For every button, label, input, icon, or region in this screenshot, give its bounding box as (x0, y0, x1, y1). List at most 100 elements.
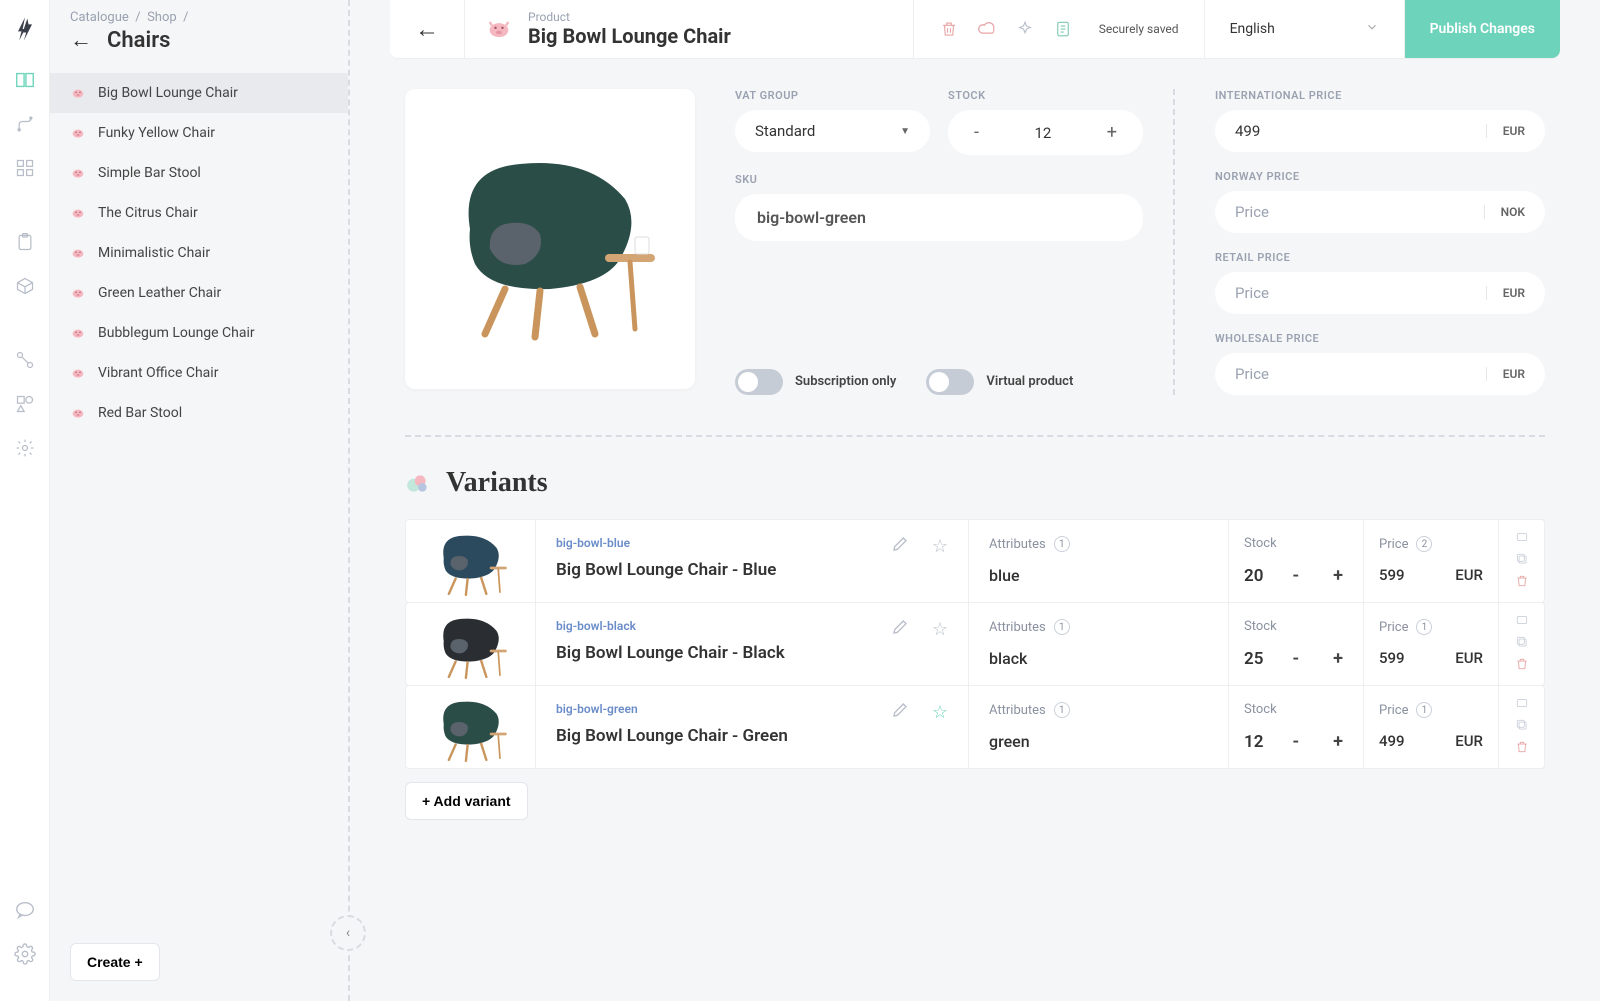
product-type-icon (70, 325, 86, 341)
sidebar-item-label: Vibrant Office Chair (98, 365, 218, 381)
duplicate-icon[interactable] (1515, 635, 1529, 653)
delete-icon[interactable] (939, 19, 959, 39)
stock-minus-button[interactable]: - (1287, 565, 1304, 586)
nav-catalogue-icon[interactable] (13, 68, 37, 92)
variant-price-currency: EUR (1455, 732, 1483, 750)
sidebar-item-product[interactable]: Funky Yellow Chair (50, 113, 348, 153)
sidebar-item-product[interactable]: Red Bar Stool (50, 393, 348, 433)
variant-row: big-bowl-greenBig Bowl Lounge Chair - Gr… (405, 685, 1545, 769)
sidebar-item-label: Minimalistic Chair (98, 245, 210, 261)
edit-icon[interactable] (892, 536, 908, 556)
sidebar-item-product[interactable]: Big Bowl Lounge Chair (50, 73, 348, 113)
sidebar-item-product[interactable]: Green Leather Chair (50, 273, 348, 313)
stock-minus-button[interactable]: - (966, 118, 987, 147)
expand-icon[interactable] (1515, 696, 1529, 714)
vat-group-label: VAT GROUP (735, 89, 930, 102)
price-label: NORWAY PRICE (1215, 170, 1545, 183)
product-type-icon (70, 245, 86, 261)
stock-plus-button[interactable]: + (1328, 731, 1348, 752)
nav-chat-icon[interactable] (13, 898, 37, 922)
virtual-toggle[interactable] (926, 369, 974, 395)
stock-minus-button[interactable]: - (1287, 731, 1304, 752)
price-input[interactable]: PriceEUR (1215, 272, 1545, 314)
nav-gear-icon[interactable] (13, 436, 37, 460)
create-button[interactable]: Create + (70, 943, 160, 981)
trash-icon[interactable] (1515, 574, 1529, 592)
product-image[interactable] (405, 89, 695, 389)
variant-stock-value: 25 (1244, 649, 1263, 669)
topbar-back-icon[interactable]: ← (415, 15, 439, 44)
price-input[interactable]: 499EUR (1215, 110, 1545, 152)
star-icon[interactable]: ☆ (932, 536, 948, 557)
expand-icon[interactable] (1515, 613, 1529, 631)
nav-settings-icon[interactable] (13, 942, 37, 966)
document-icon[interactable] (1053, 19, 1073, 39)
star-icon[interactable]: ☆ (932, 619, 948, 640)
variant-price-label: Price 1 (1379, 702, 1483, 718)
stock-minus-button[interactable]: - (1287, 648, 1304, 669)
star-icon[interactable]: ☆ (932, 702, 948, 723)
sidebar-item-product[interactable]: Vibrant Office Chair (50, 353, 348, 393)
subscription-label: Subscription only (795, 374, 896, 390)
trash-icon[interactable] (1515, 740, 1529, 758)
variant-attr-value: black (989, 649, 1208, 668)
price-value: Price (1235, 365, 1269, 383)
sku-input[interactable]: big-bowl-green (735, 194, 1143, 241)
nav-route-icon[interactable] (13, 112, 37, 136)
variant-sku: big-bowl-blue (556, 536, 948, 550)
product-type-icon (70, 205, 86, 221)
sparkle-icon[interactable] (1015, 19, 1035, 39)
nav-clipboard-icon[interactable] (13, 230, 37, 254)
sidebar-item-product[interactable]: Simple Bar Stool (50, 153, 348, 193)
price-input[interactable]: PriceNOK (1215, 191, 1545, 233)
sidebar-item-label: The Citrus Chair (98, 205, 198, 221)
icon-rail (0, 0, 50, 1001)
variant-name: Big Bowl Lounge Chair - Black (556, 643, 948, 663)
edit-icon[interactable] (892, 702, 908, 722)
price-input[interactable]: PriceEUR (1215, 353, 1545, 395)
nav-grid-icon[interactable] (13, 156, 37, 180)
publish-button[interactable]: Publish Changes (1405, 0, 1560, 58)
collapse-handle-icon[interactable]: ‹ (330, 915, 366, 951)
variants-title: Variants (446, 467, 548, 499)
variant-attr-label: Attributes 1 (989, 619, 1208, 635)
sidebar-item-product[interactable]: Bubblegum Lounge Chair (50, 313, 348, 353)
nav-pipeline-icon[interactable] (13, 348, 37, 372)
virtual-label: Virtual product (986, 374, 1073, 390)
breadcrumb[interactable]: Catalogue / Shop / (70, 10, 188, 25)
expand-icon[interactable] (1515, 530, 1529, 548)
language-select[interactable]: English (1205, 0, 1405, 58)
price-label: RETAIL PRICE (1215, 251, 1545, 264)
variant-stock-label: Stock (1244, 619, 1348, 634)
product-list: Big Bowl Lounge Chair Funky Yellow ChairS… (50, 68, 348, 923)
stock-plus-button[interactable]: + (1328, 565, 1348, 586)
nav-shapes-icon[interactable] (13, 392, 37, 416)
stock-input[interactable]: - 12 + (948, 110, 1143, 155)
stock-plus-button[interactable]: + (1099, 118, 1125, 147)
cloud-icon[interactable] (977, 19, 997, 39)
variant-price-label: Price 2 (1379, 536, 1483, 552)
nav-box-icon[interactable] (13, 274, 37, 298)
duplicate-icon[interactable] (1515, 552, 1529, 570)
stock-plus-button[interactable]: + (1328, 648, 1348, 669)
variant-row: big-bowl-blackBig Bowl Lounge Chair - Bl… (405, 602, 1545, 686)
subscription-toggle[interactable] (735, 369, 783, 395)
variant-price-label: Price 1 (1379, 619, 1483, 635)
duplicate-icon[interactable] (1515, 718, 1529, 736)
trash-icon[interactable] (1515, 657, 1529, 675)
edit-icon[interactable] (892, 619, 908, 639)
price-label: INTERNATIONAL PRICE (1215, 89, 1545, 102)
chevron-down-icon (1365, 20, 1379, 38)
back-arrow-icon[interactable]: ← (70, 27, 92, 53)
sidebar-title: Chairs (107, 28, 170, 53)
add-variant-button[interactable]: + Add variant (405, 782, 528, 820)
sidebar-item-product[interactable]: The Citrus Chair (50, 193, 348, 233)
product-type-icon (70, 85, 86, 101)
sidebar-item-product[interactable]: Minimalistic Chair (50, 233, 348, 273)
variant-attr-label: Attributes 1 (989, 702, 1208, 718)
variant-price-value: 599 (1379, 649, 1405, 667)
sidebar-item-label: Bubblegum Lounge Chair (98, 325, 255, 341)
sidebar-item-label: Big Bowl Lounge Chair (98, 85, 238, 101)
vat-group-select[interactable]: Standard ▼ (735, 110, 930, 152)
vat-group-value: Standard (755, 122, 815, 140)
